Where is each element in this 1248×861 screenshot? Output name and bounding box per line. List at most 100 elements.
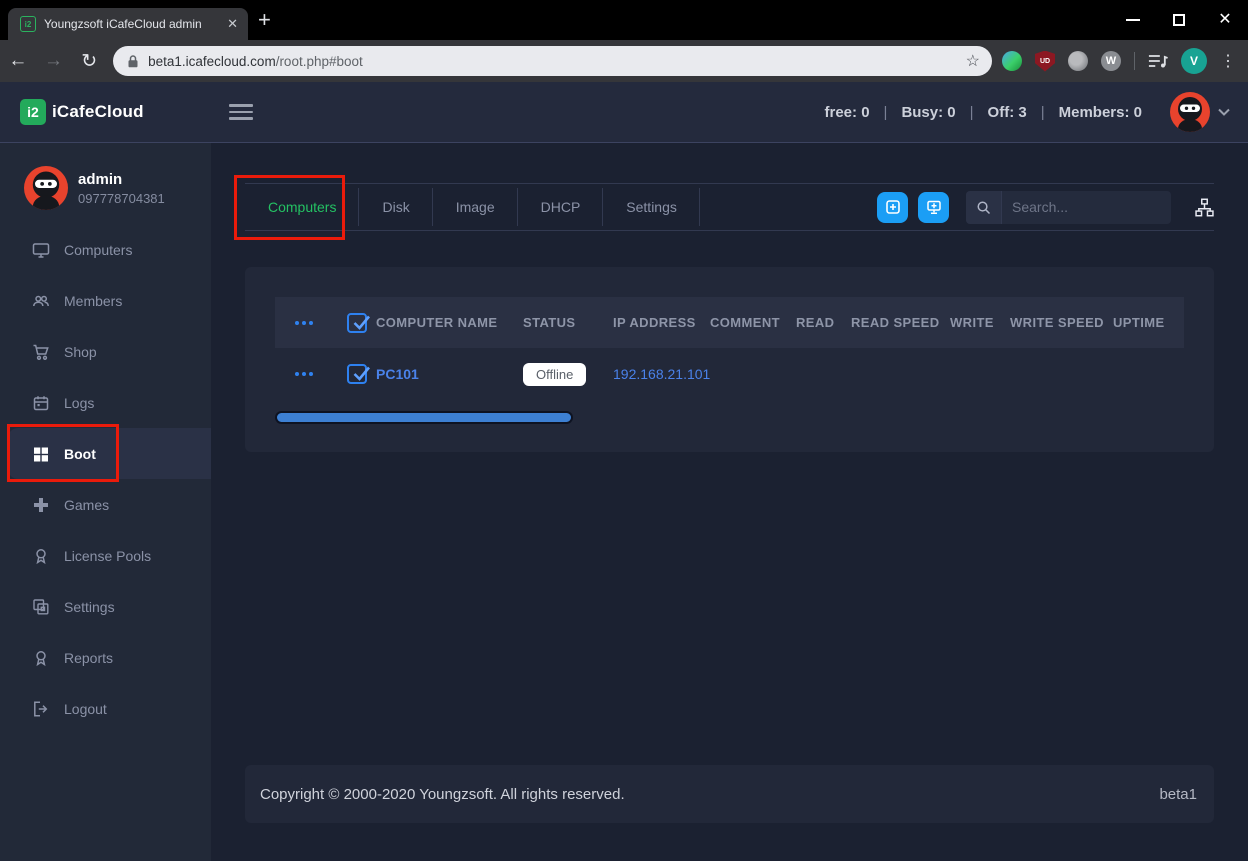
- brand-name: iCafeCloud: [52, 102, 144, 122]
- tab-computers[interactable]: Computers: [245, 184, 359, 230]
- back-button[interactable]: ←: [0, 50, 36, 72]
- close-icon: ✕: [1218, 12, 1231, 28]
- sidebar-item-logs[interactable]: Logs: [0, 377, 211, 428]
- tab-disk[interactable]: Disk: [359, 184, 432, 230]
- computer-name[interactable]: PC101: [376, 366, 419, 382]
- status-badge: Offline: [523, 363, 586, 386]
- admin-avatar: [24, 166, 68, 210]
- sidebar-item-label: Shop: [64, 344, 97, 360]
- chevron-down-icon: [1218, 108, 1230, 116]
- sidebar-item-logout[interactable]: Logout: [0, 683, 211, 734]
- sidebar-item-label: Logs: [64, 395, 94, 411]
- network-topology-icon[interactable]: [1195, 198, 1214, 217]
- browser-tab[interactable]: i2 Youngzsoft iCafeCloud admin ✕: [8, 8, 248, 40]
- add-button[interactable]: [877, 192, 908, 223]
- close-button[interactable]: ✕: [1202, 0, 1248, 40]
- row-actions-icon[interactable]: [275, 372, 347, 376]
- app-header: i2 iCafeCloud free: 0 | Busy: 0 | Off: 3…: [0, 82, 1248, 143]
- wikipedia-extension-icon[interactable]: W: [1101, 51, 1121, 71]
- browser-tab-title: Youngzsoft iCafeCloud admin: [44, 17, 219, 31]
- sidebar-item-computers[interactable]: Computers: [0, 224, 211, 275]
- column-header: COMMENT: [710, 315, 796, 330]
- sidebar-profile: admin 097778704381: [0, 166, 211, 210]
- windows-icon: [32, 445, 50, 463]
- sidebar-item-license-pools[interactable]: License Pools: [0, 530, 211, 581]
- brand[interactable]: i2 iCafeCloud: [0, 82, 211, 142]
- add-computer-button[interactable]: [918, 192, 949, 223]
- octopus-extension-icon[interactable]: [1068, 51, 1088, 71]
- sidebar-item-label: Members: [64, 293, 122, 309]
- add-icon: [885, 199, 901, 215]
- browser-profile-avatar[interactable]: V: [1181, 48, 1207, 74]
- sidebar-item-shop[interactable]: Shop: [0, 326, 211, 377]
- window-controls: ✕: [1110, 0, 1248, 40]
- ip-address: 192.168.21.101: [613, 366, 710, 382]
- sidebar-item-boot[interactable]: Boot: [8, 428, 211, 479]
- stat-free: free: 0: [825, 104, 870, 121]
- sidebar-item-label: Games: [64, 497, 109, 513]
- stat-members: Members: 0: [1059, 104, 1142, 121]
- address-bar[interactable]: beta1.icafecloud.com/root.php#boot ☆: [113, 46, 992, 76]
- user-menu[interactable]: [1170, 92, 1230, 132]
- tab-image[interactable]: Image: [433, 184, 518, 230]
- column-header: READ SPEED: [851, 315, 950, 330]
- search-input[interactable]: [1002, 199, 1171, 215]
- gamepad-icon: [32, 496, 50, 514]
- hamburger-menu-icon[interactable]: [229, 104, 253, 120]
- tab-close-icon[interactable]: ✕: [227, 16, 238, 32]
- column-header: WRITE SPEED: [1010, 315, 1113, 330]
- sidebar-item-label: Settings: [64, 599, 115, 615]
- toolbar-separator: [1134, 52, 1135, 70]
- browser-extensions: UD W V ⋮: [1002, 48, 1248, 74]
- minimize-icon: [1126, 19, 1140, 21]
- bookmark-star-icon[interactable]: ☆: [966, 51, 980, 71]
- ublock-extension-icon[interactable]: UD: [1035, 51, 1055, 72]
- sidebar-item-label: Boot: [64, 446, 96, 462]
- user-avatar: [1170, 92, 1210, 132]
- row-checkbox[interactable]: [347, 364, 367, 384]
- playlist-icon[interactable]: [1148, 53, 1168, 69]
- version-label: beta1: [1159, 786, 1197, 803]
- add-computer-icon: [926, 199, 942, 215]
- layers-icon: [32, 598, 50, 616]
- forward-button[interactable]: →: [36, 50, 72, 72]
- select-all-checkbox[interactable]: [347, 313, 367, 333]
- stat-busy: Busy: 0: [901, 104, 955, 121]
- sidebar-item-label: Computers: [64, 242, 132, 258]
- column-header: COMPUTER NAME: [376, 315, 497, 330]
- sidebar-item-label: Reports: [64, 650, 113, 666]
- page-footer: Copyright © 2000-2020 Youngzsoft. All ri…: [245, 765, 1214, 823]
- admin-name: admin: [78, 171, 165, 188]
- maximize-button[interactable]: [1156, 0, 1202, 40]
- sidebar-item-reports[interactable]: Reports: [0, 632, 211, 683]
- column-header: UPTIME: [1113, 315, 1184, 330]
- search-box: [966, 191, 1171, 224]
- computers-card: COMPUTER NAME STATUS IP ADDRESS COMMENT …: [245, 267, 1214, 452]
- browser-titlebar: i2 Youngzsoft iCafeCloud admin ✕ + ✕: [0, 0, 1248, 40]
- sidebar-item-members[interactable]: Members: [0, 275, 211, 326]
- row-actions-icon[interactable]: [275, 321, 347, 325]
- header-stats: free: 0 | Busy: 0 | Off: 3 | Members: 0: [825, 104, 1143, 121]
- browser-menu-icon[interactable]: ⋮: [1220, 51, 1236, 71]
- tab-dhcp[interactable]: DHCP: [518, 184, 604, 230]
- reload-button[interactable]: ↻: [71, 50, 107, 73]
- horizontal-scrollbar-thumb[interactable]: [275, 411, 573, 424]
- new-tab-button[interactable]: +: [258, 10, 271, 30]
- site-favicon-icon: i2: [20, 16, 36, 32]
- lock-icon: [127, 54, 139, 69]
- tab-bar: Computers Disk Image DHCP Settings: [245, 184, 700, 230]
- table-row[interactable]: PC101 Offline 192.168.21.101: [275, 348, 1184, 400]
- idm-extension-icon[interactable]: [1002, 51, 1022, 71]
- screen: i2 Youngzsoft iCafeCloud admin ✕ + ✕ ← →…: [0, 0, 1248, 861]
- url-text: beta1.icafecloud.com/root.php#boot: [148, 54, 966, 69]
- table-header: COMPUTER NAME STATUS IP ADDRESS COMMENT …: [275, 297, 1184, 348]
- search-icon: [976, 200, 991, 215]
- column-header: WRITE: [950, 315, 1010, 330]
- minimize-button[interactable]: [1110, 0, 1156, 40]
- tab-settings[interactable]: Settings: [603, 184, 700, 230]
- column-header: IP ADDRESS: [613, 315, 710, 330]
- sidebar-item-games[interactable]: Games: [0, 479, 211, 530]
- sidebar-item-settings[interactable]: Settings: [0, 581, 211, 632]
- column-header: STATUS: [523, 315, 613, 330]
- search-icon-cell[interactable]: [966, 191, 1002, 224]
